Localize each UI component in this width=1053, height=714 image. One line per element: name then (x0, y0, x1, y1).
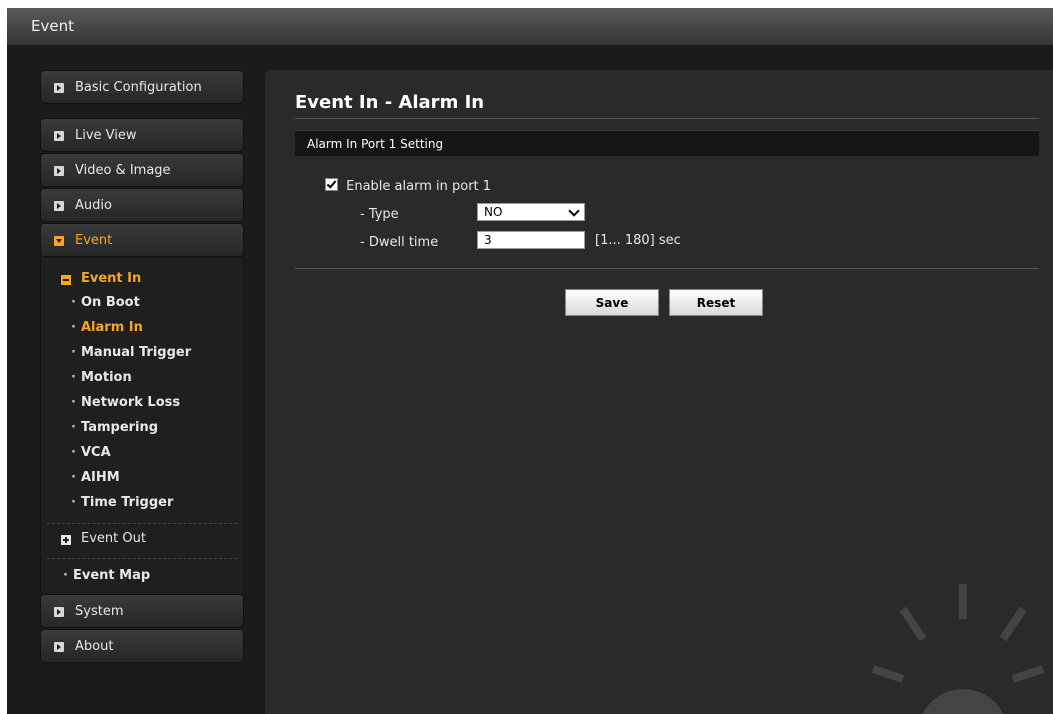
sidebar-item-label: Video & Image (75, 163, 171, 178)
divider (295, 268, 1039, 269)
sidebar: Basic Configuration Live View Video & Im… (40, 70, 244, 664)
chevron-down-icon (568, 205, 580, 217)
type-label: - Type (360, 207, 399, 222)
alarm-light-watermark-icon (871, 584, 1045, 714)
sidebar-item-event[interactable]: Event (40, 223, 244, 257)
enable-alarm-checkbox[interactable] (325, 178, 338, 191)
sidebar-item-label: About (75, 639, 114, 654)
submenu-item-network-loss[interactable]: Network Loss (41, 390, 243, 415)
main-panel: Event In - Alarm In Alarm In Port 1 Sett… (265, 70, 1053, 714)
window-title: Event (7, 8, 1053, 45)
window-frame: Event Basic Configuration Live View Vide… (7, 8, 1053, 714)
enable-alarm-row: Enable alarm in port 1 (325, 178, 491, 194)
divider (295, 118, 1039, 119)
arrow-right-icon (54, 131, 64, 141)
page-title: Event In - Alarm In (295, 92, 485, 113)
submenu-item-event-map[interactable]: Event Map (41, 563, 243, 588)
sidebar-item-label: Event (75, 233, 113, 248)
submenu-item-aihm[interactable]: AIHM (41, 465, 243, 490)
section-header: Alarm In Port 1 Setting (295, 130, 1039, 156)
dwell-time-input[interactable]: 3 (477, 231, 585, 249)
submenu-item-on-boot[interactable]: On Boot (41, 290, 243, 315)
submenu-label: Event Out (81, 531, 146, 546)
submenu-item-vca[interactable]: VCA (41, 440, 243, 465)
arrow-right-icon (54, 607, 64, 617)
type-select[interactable]: NO (477, 203, 585, 221)
type-select-value: NO (484, 205, 503, 219)
sidebar-item-system[interactable]: System (40, 594, 244, 628)
submenu-event-in[interactable]: Event In (41, 268, 243, 290)
divider (47, 523, 237, 524)
arrow-down-icon (54, 236, 64, 246)
reset-button[interactable]: Reset (669, 289, 763, 316)
sidebar-item-label: Live View (75, 128, 137, 143)
event-submenu: Event In On Boot Alarm In Manual Trigger… (40, 258, 244, 594)
submenu-item-time-trigger[interactable]: Time Trigger (41, 490, 243, 515)
submenu-item-motion[interactable]: Motion (41, 365, 243, 390)
dwell-time-label: - Dwell time (360, 235, 439, 250)
expand-icon (61, 535, 71, 545)
arrow-right-icon (54, 83, 64, 93)
save-button[interactable]: Save (565, 289, 659, 316)
sidebar-item-audio[interactable]: Audio (40, 188, 244, 222)
app-root: Event Basic Configuration Live View Vide… (0, 0, 1053, 714)
sidebar-item-video-image[interactable]: Video & Image (40, 153, 244, 187)
submenu-item-manual-trigger[interactable]: Manual Trigger (41, 340, 243, 365)
sidebar-item-about[interactable]: About (40, 629, 244, 663)
arrow-right-icon (54, 642, 64, 652)
sidebar-item-label: Basic Configuration (75, 80, 202, 95)
submenu-label: Event In (81, 271, 142, 286)
submenu-item-alarm-in[interactable]: Alarm In (41, 315, 243, 340)
divider (47, 558, 237, 559)
dwell-time-range-hint: [1... 180] sec (595, 233, 681, 248)
submenu-item-tampering[interactable]: Tampering (41, 415, 243, 440)
submenu-event-out[interactable]: Event Out (41, 528, 243, 550)
sidebar-item-basic-configuration[interactable]: Basic Configuration (40, 70, 244, 104)
sidebar-item-label: System (75, 604, 124, 619)
enable-alarm-label: Enable alarm in port 1 (346, 179, 492, 194)
sidebar-item-live-view[interactable]: Live View (40, 118, 244, 152)
sidebar-item-label: Audio (75, 198, 112, 213)
collapse-icon (61, 275, 71, 285)
arrow-right-icon (54, 201, 64, 211)
arrow-right-icon (54, 166, 64, 176)
